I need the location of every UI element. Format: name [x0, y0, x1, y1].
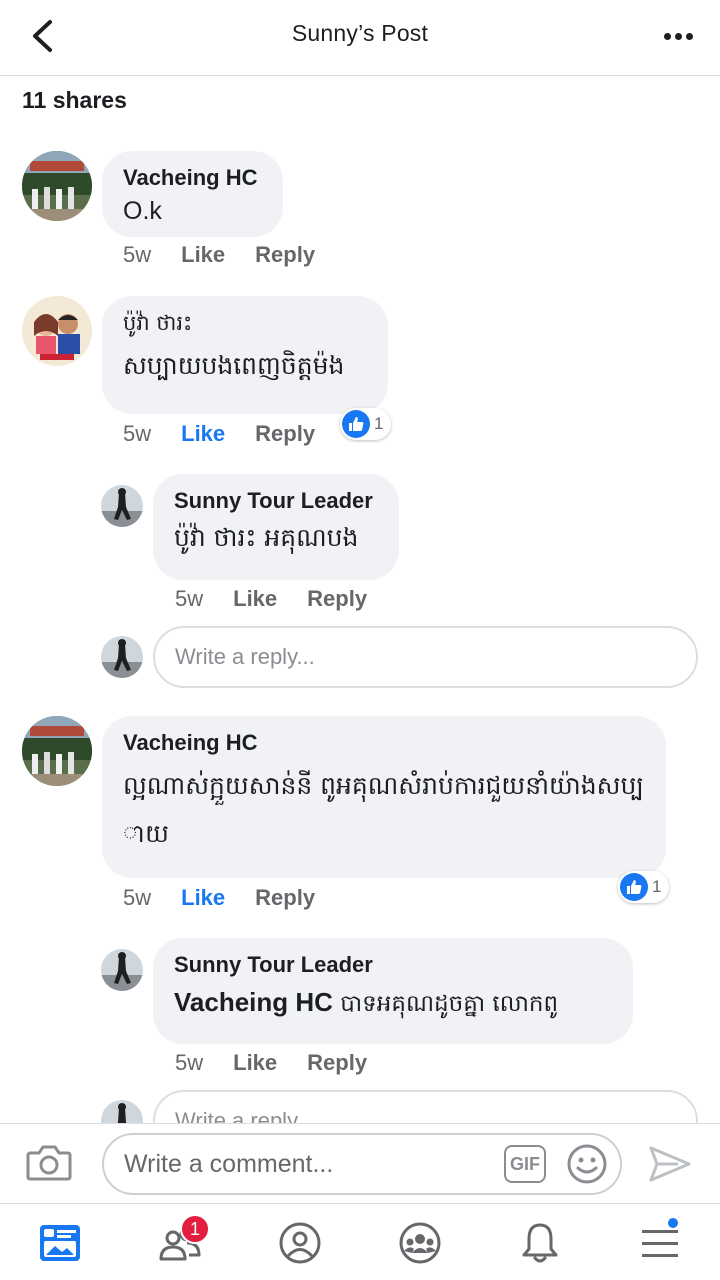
tab-menu[interactable]	[630, 1216, 690, 1268]
comment-text: ល្អណាស់ក្អួយសាន់នី ពូអគុណសំរាប់ការជួយនាំ…	[123, 771, 644, 848]
comment-body: បាទអគុណដូចគ្នា លោកពូ	[332, 991, 559, 1017]
comment-bubble[interactable]: Vacheing HC O.k	[102, 151, 283, 237]
reply-button[interactable]: Reply	[255, 885, 315, 911]
reply-button[interactable]: Reply	[307, 1050, 367, 1076]
comment-text: O.k	[123, 197, 162, 225]
like-button[interactable]: Like	[181, 885, 225, 911]
profile-icon	[279, 1222, 321, 1264]
reply-field[interactable]	[153, 1090, 698, 1123]
more-button[interactable]	[658, 22, 698, 50]
emoji-icon	[567, 1144, 607, 1184]
tab-groups[interactable]	[390, 1218, 450, 1268]
comment-text: Vacheing HC បាទអគុណដូចគ្នា លោកពូ	[174, 982, 613, 1024]
bell-icon	[522, 1223, 558, 1263]
avatar[interactable]	[22, 296, 92, 366]
comment-text: ប៉ូវ៉ា ថារះ អគុណបង	[174, 523, 359, 552]
tab-friends[interactable]: 1	[150, 1214, 210, 1268]
avatar[interactable]	[101, 485, 143, 527]
send-icon	[649, 1146, 691, 1182]
tab-news-feed[interactable]	[30, 1218, 90, 1268]
reaction-number: 1	[652, 877, 662, 896]
camera-button[interactable]	[26, 1143, 72, 1183]
reply-field[interactable]	[153, 626, 698, 688]
comment-time: 5w	[123, 885, 152, 910]
reply-button[interactable]: Reply	[255, 242, 315, 268]
news-feed-icon	[40, 1225, 80, 1261]
more-icon	[663, 32, 693, 40]
comment-author[interactable]: Vacheing HC	[123, 728, 646, 758]
like-button[interactable]: Like	[233, 1050, 277, 1076]
reply-input[interactable]	[175, 644, 655, 670]
bottom-nav: 1	[0, 1203, 720, 1280]
comments-list: Vacheing HC O.k 5w Like Reply ប៉ូវ៉ា ថារ…	[0, 130, 720, 1123]
emoji-button[interactable]	[566, 1143, 608, 1185]
gif-button[interactable]: GIF	[504, 1145, 546, 1183]
menu-notification-dot	[666, 1216, 680, 1230]
comment-field[interactable]: GIF	[102, 1133, 622, 1195]
avatar[interactable]	[22, 151, 92, 221]
comment-actions: 5w Like Reply	[123, 885, 315, 911]
comment-text: សប្បាយបងពេញចិត្តម៉ង	[123, 351, 345, 380]
shares-count[interactable]: 11 shares	[22, 87, 127, 114]
reply-input[interactable]	[175, 1108, 655, 1123]
like-thumb-icon	[342, 410, 370, 438]
reply-button[interactable]: Reply	[307, 586, 367, 612]
notification-badge: 1	[180, 1214, 210, 1244]
comment-actions: 5w Like Reply	[123, 242, 315, 268]
comment-actions: 5w Like Reply	[175, 586, 367, 612]
send-button[interactable]	[648, 1144, 692, 1184]
comment-bubble[interactable]: Vacheing HC ល្អណាស់ក្អួយសាន់នី ពូអគុណសំរ…	[102, 716, 666, 878]
reply-bubble[interactable]: Sunny Tour Leader ប៉ូវ៉ា ថារះ អគុណបង	[153, 474, 399, 580]
tab-profile[interactable]	[270, 1218, 330, 1268]
tab-notifications[interactable]	[510, 1218, 570, 1268]
reaction-number: 1	[374, 414, 384, 433]
like-button[interactable]: Like	[233, 586, 277, 612]
page-title: Sunny’s Post	[291, 20, 429, 46]
reaction-count[interactable]: 1	[618, 871, 670, 903]
gif-icon: GIF	[510, 1153, 540, 1174]
comment-input[interactable]	[124, 1149, 484, 1179]
comment-author[interactable]: Sunny Tour Leader	[174, 950, 613, 980]
comment-actions: 5w Like Reply	[175, 1050, 367, 1076]
like-button[interactable]: Like	[181, 421, 225, 447]
comment-time: 5w	[175, 1050, 204, 1075]
like-thumb-icon	[620, 873, 648, 901]
groups-icon	[399, 1222, 441, 1264]
comment-author[interactable]: Sunny Tour Leader	[174, 486, 379, 516]
comment-composer: GIF	[0, 1123, 720, 1203]
avatar[interactable]	[22, 716, 92, 786]
comment-time: 5w	[123, 242, 152, 267]
avatar[interactable]	[101, 949, 143, 991]
top-bar: Sunny’s Post	[0, 0, 720, 76]
camera-icon	[26, 1145, 72, 1181]
comment-actions: 5w Like Reply	[123, 421, 315, 447]
avatar	[101, 1100, 143, 1123]
like-button[interactable]: Like	[181, 242, 225, 268]
comment-time: 5w	[175, 586, 204, 611]
comment-bubble[interactable]: ប៉ូវ៉ា ថារះ សប្បាយបងពេញចិត្តម៉ង	[102, 296, 388, 414]
mention-link[interactable]: Vacheing HC	[174, 987, 333, 1017]
reply-bubble[interactable]: Sunny Tour Leader Vacheing HC បាទអគុណដូច…	[153, 938, 633, 1044]
avatar	[101, 636, 143, 678]
comment-author[interactable]: ប៉ូវ៉ា ថារះ	[123, 308, 368, 338]
comment-author[interactable]: Vacheing HC	[123, 163, 263, 193]
comment-time: 5w	[123, 421, 152, 446]
reply-button[interactable]: Reply	[255, 421, 315, 447]
reaction-count[interactable]: 1	[340, 408, 392, 440]
menu-icon	[642, 1230, 678, 1257]
